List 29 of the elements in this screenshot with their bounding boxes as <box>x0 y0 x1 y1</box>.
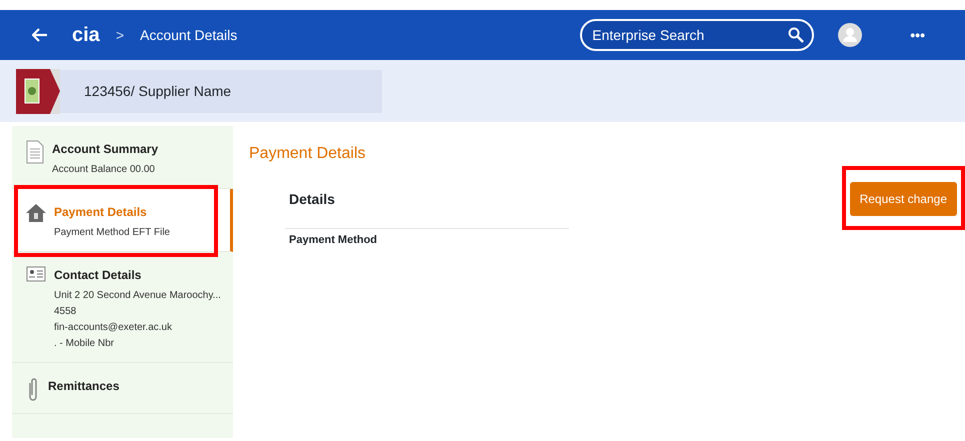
sidebar-item-detail: Account Balance 00.00 <box>52 163 156 177</box>
details-heading: Details <box>288 190 335 208</box>
sidebar-item-detail: fin-accounts@exeter.ac.uk <box>54 321 173 335</box>
sidebar-item[interactable]: Remittances <box>12 363 233 414</box>
sidebar-item-detail: Unit 2 20 Second Avenue Maroochy... <box>54 289 221 303</box>
supplier-name: 123456/ Supplier Name <box>60 70 382 112</box>
breadcrumb-separator: > <box>116 26 124 44</box>
section-title: Payment Details <box>249 144 366 164</box>
search-icon[interactable] <box>788 27 804 43</box>
sidebar-item-title: Account Summary <box>52 141 158 158</box>
sidebar-item[interactable]: Contact Details Unit 2 20 Second Avenue Maroochy... 4558 fin-accounts@exeter.ac.uk . - Mobile Nbr <box>12 252 233 363</box>
document-icon <box>26 140 44 164</box>
field-label: Payment Method <box>285 228 569 245</box>
search-field[interactable]: Enterprise Search <box>580 19 814 51</box>
back-arrow-icon[interactable] <box>32 28 48 42</box>
more-menu[interactable]: ••• <box>910 24 925 46</box>
supplier-logo-icon <box>16 68 60 114</box>
sidebar-item-detail: . - Mobile Nbr <box>54 337 116 351</box>
logo[interactable]: cia <box>72 20 100 50</box>
house-icon <box>26 203 46 223</box>
sidebar-item-title: Remittances <box>48 378 120 395</box>
sidebar-item-title: Payment Details <box>54 204 148 221</box>
sidebar-item-title: Contact Details <box>54 267 142 284</box>
search-input[interactable]: Enterprise Search <box>590 24 770 46</box>
sidebar-item-detail: 4558 <box>54 305 78 319</box>
contact-card-icon <box>26 266 46 282</box>
sidebar-item-detail: Payment Method EFT File <box>54 226 170 240</box>
avatar-icon[interactable] <box>838 23 862 47</box>
page-title: Account Details <box>140 26 238 44</box>
